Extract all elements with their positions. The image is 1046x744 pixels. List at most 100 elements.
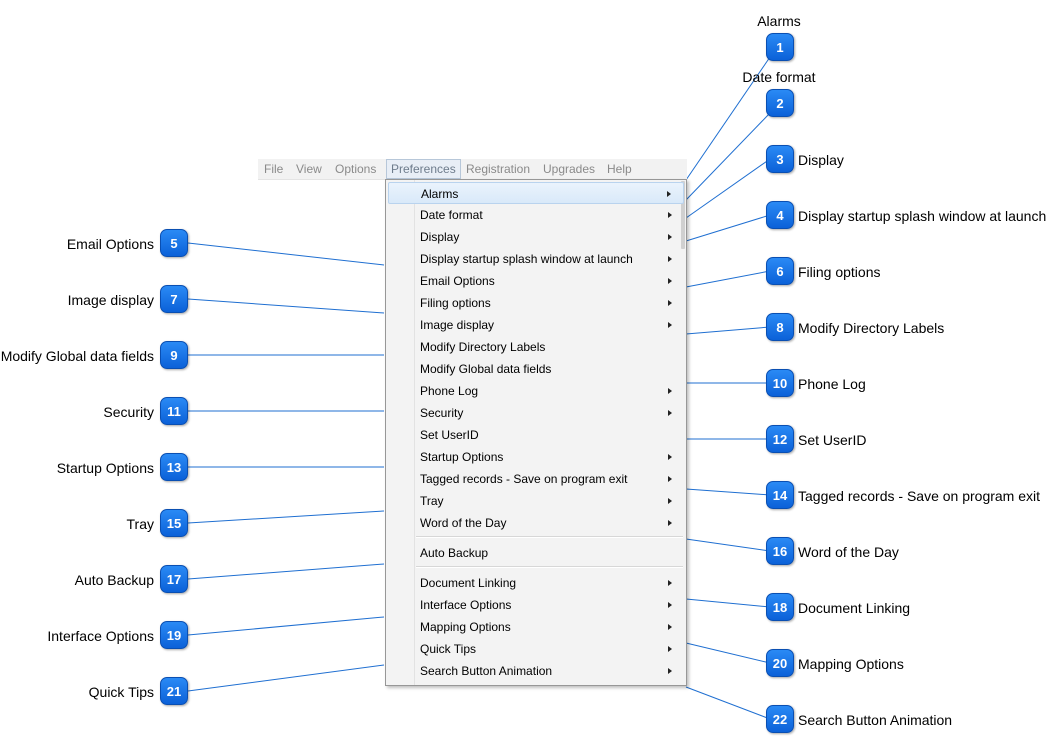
callout-badge-9: 9 [160,341,188,369]
menu-item-modify-directory-labels[interactable]: Modify Directory Labels [388,336,684,358]
menu-item-label: Quick Tips [420,642,477,656]
leader-line-20 [685,642,771,664]
menu-preferences[interactable]: Preferences [386,159,461,179]
menu-item-modify-global-data-fields[interactable]: Modify Global data fields [388,358,684,380]
menu-item-label: Auto Backup [420,546,489,560]
menu-item-display-startup-splash-window-at-launch[interactable]: Display startup splash window at launch [388,248,684,270]
leader-line-19 [187,616,385,636]
callout-badge-13: 13 [160,453,188,481]
menu-item-word-of-the-day[interactable]: Word of the Day [388,512,684,534]
menu-item-phone-log[interactable]: Phone Log [388,380,684,402]
menu-item-image-display[interactable]: Image display [388,314,684,336]
menu-item-label: Display [420,230,460,244]
callout-badge-21: 21 [160,677,188,705]
callout-label-4: Display startup splash window at launch [798,208,1046,224]
submenu-arrow-icon [668,410,672,416]
leader-line-22 [685,686,771,720]
leader-line-21 [187,664,385,692]
menu-options[interactable]: Options [335,159,376,179]
menu-item-label: Alarms [421,187,459,201]
menu-help[interactable]: Help [607,159,632,179]
menu-view[interactable]: View [296,159,322,179]
menu-item-filing-options[interactable]: Filing options [388,292,684,314]
menu-item-tagged-records-save-on-program-exit[interactable]: Tagged records - Save on program exit [388,468,684,490]
callout-label-12: Set UserID [798,432,867,448]
callout-badge-1: 1 [766,33,794,61]
callout-badge-10: 10 [766,369,794,397]
menu-item-label: Tray [420,494,444,508]
menu-registration[interactable]: Registration [466,159,530,179]
menu-item-mapping-options[interactable]: Mapping Options [388,616,684,638]
menu-item-date-format[interactable]: Date format [388,204,684,226]
submenu-arrow-icon [668,212,672,218]
leader-line-18 [685,598,771,608]
menu-item-label: Interface Options [420,598,512,612]
leader-line-8 [685,326,771,335]
menu-item-interface-options[interactable]: Interface Options [388,594,684,616]
leader-line-17 [187,563,385,580]
submenu-arrow-icon [668,278,672,284]
menu-item-label: Tagged records - Save on program exit [420,472,628,486]
menu-item-label: Email Options [420,274,495,288]
callout-badge-22: 22 [766,705,794,733]
submenu-arrow-icon [668,256,672,262]
menu-item-label: Mapping Options [420,620,511,634]
callout-badge-2: 2 [766,89,794,117]
submenu-arrow-icon [668,388,672,394]
submenu-arrow-icon [667,191,671,197]
menu-item-display[interactable]: Display [388,226,684,248]
menu-item-document-linking[interactable]: Document Linking [388,572,684,594]
callout-label-5: Email Options [66,236,154,252]
menu-item-startup-options[interactable]: Startup Options [388,446,684,468]
menu-bar: File View Options Preferences Registrati… [258,159,687,180]
leader-line-6 [685,270,771,288]
callout-label-9: Modify Global data fields [0,348,154,364]
menu-item-label: Security [420,406,464,420]
menu-item-label: Modify Directory Labels [420,340,546,354]
callout-label-20: Mapping Options [798,656,904,672]
callout-label-2: Date format [742,69,816,85]
callout-label-6: Filing options [798,264,881,280]
menu-item-label: Document Linking [420,576,517,590]
menu-item-label: Filing options [420,296,491,310]
submenu-arrow-icon [668,624,672,630]
callout-badge-8: 8 [766,313,794,341]
callout-badge-20: 20 [766,649,794,677]
menu-separator [416,536,683,538]
callout-label-8: Modify Directory Labels [798,320,945,336]
callout-badge-3: 3 [766,145,794,173]
callout-badge-14: 14 [766,481,794,509]
submenu-arrow-icon [668,520,672,526]
menu-separator [416,566,683,568]
menu-item-set-userid[interactable]: Set UserID [388,424,684,446]
callout-label-1: Alarms [757,13,801,29]
menu-item-label: Image display [420,318,495,332]
callout-label-3: Display [798,152,844,168]
menu-item-quick-tips[interactable]: Quick Tips [388,638,684,660]
menu-item-auto-backup[interactable]: Auto Backup [388,542,684,564]
menu-item-label: Display startup splash window at launch [420,252,633,266]
callout-badge-12: 12 [766,425,794,453]
callout-label-13: Startup Options [56,460,154,476]
menu-item-search-button-animation[interactable]: Search Button Animation [388,660,684,682]
callout-badge-15: 15 [160,509,188,537]
menu-item-tray[interactable]: Tray [388,490,684,512]
callout-label-7: Image display [67,292,154,308]
callout-label-21: Quick Tips [88,684,154,700]
menu-item-email-options[interactable]: Email Options [388,270,684,292]
submenu-arrow-icon [668,300,672,306]
leader-line-16 [685,538,771,552]
menu-item-alarms[interactable]: Alarms [388,182,684,204]
callout-label-19: Interface Options [47,628,154,644]
callout-label-15: Tray [126,516,154,532]
menu-upgrades[interactable]: Upgrades [543,159,595,179]
callout-badge-6: 6 [766,257,794,285]
leader-line-14 [685,488,771,496]
callout-badge-16: 16 [766,537,794,565]
menu-item-label: Date format [420,208,483,222]
leader-line-4 [685,214,771,242]
submenu-arrow-icon [668,476,672,482]
menu-item-security[interactable]: Security [388,402,684,424]
submenu-arrow-icon [668,668,672,674]
menu-file[interactable]: File [264,159,283,179]
